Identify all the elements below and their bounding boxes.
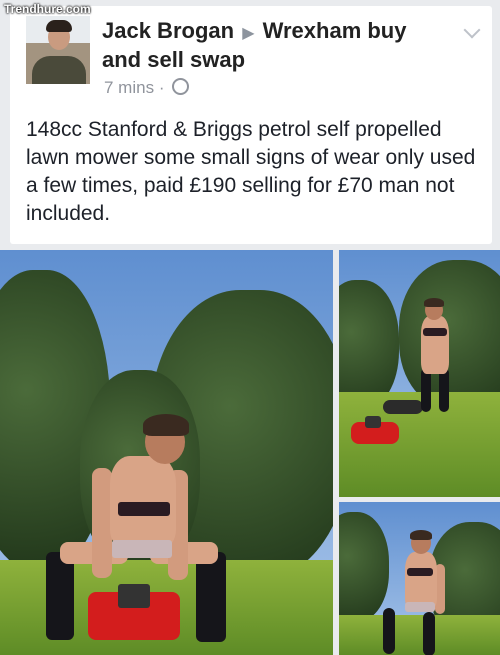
site-watermark: Trendhure.com [4,2,91,16]
post-meta: 7 mins · [104,78,190,98]
arrow-right-icon: ▶ [242,25,255,42]
post-timestamp-link[interactable]: 7 mins [104,78,154,97]
post-header: Jack Brogan ▶ Wrexham buy and sell swap [102,18,432,73]
avatar[interactable] [26,16,90,84]
post-photo-tertiary[interactable] [339,502,500,655]
author-name-link[interactable]: Jack Brogan [102,18,234,43]
meta-separator: · [158,78,165,97]
post-photo-main[interactable] [0,250,333,655]
chevron-down-icon[interactable] [463,21,481,39]
post-body-text: 148cc Stanford & Briggs petrol self prop… [26,118,476,225]
post-photo-secondary[interactable] [339,250,500,497]
facebook-post-card: Jack Brogan ▶ Wrexham buy and sell swap … [10,6,492,244]
globe-icon[interactable] [172,78,190,95]
